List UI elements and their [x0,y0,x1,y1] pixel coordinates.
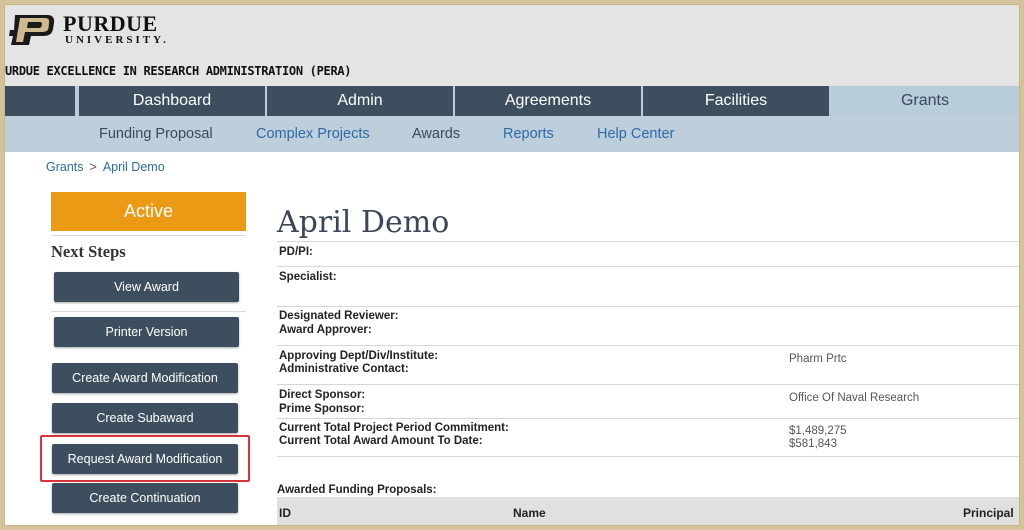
column-name[interactable]: Name [513,506,546,520]
specialist-label: Specialist: [279,271,337,283]
create-subaward-button[interactable]: Create Subaward [52,403,238,433]
highlight-box [40,435,250,482]
row-divider [277,266,1019,267]
period-commitment-label: Current Total Project Period Commitment: [279,422,509,434]
divider [51,311,246,312]
create-award-modification-button[interactable]: Create Award Modification [52,363,238,393]
subnav-reports[interactable]: Reports [503,126,554,142]
direct-sponsor-label: Direct Sponsor: [279,389,366,401]
purdue-logo-icon [9,15,55,45]
logo-subtitle: UNIVERSITY. [65,34,169,46]
prime-sponsor-label: Prime Sponsor: [279,403,365,415]
create-continuation-button[interactable]: Create Continuation [52,483,238,513]
administrative-contact-label: Administrative Contact: [279,363,409,375]
subnav-help-center[interactable]: Help Center [597,126,674,142]
row-divider [277,306,1019,307]
award-to-date-label: Current Total Award Amount To Date: [279,435,483,447]
column-principal[interactable]: Principal [963,506,1014,520]
row-divider [277,384,1019,385]
tab-dashboard[interactable]: Dashboard [79,86,267,116]
tab-agreements[interactable]: Agreements [455,86,643,116]
subnav-awards[interactable]: Awards [412,126,460,142]
status-badge: Active [51,192,246,231]
tab-admin[interactable]: Admin [267,86,455,116]
breadcrumb-separator: > [89,160,97,174]
nav-lead-block [5,86,77,116]
printer-version-button[interactable]: Printer Version [54,317,239,347]
award-approver-label: Award Approver: [279,324,372,336]
breadcrumb-current[interactable]: April Demo [103,160,165,174]
table-header: ID Name Principal [277,497,1019,525]
breadcrumb-grants[interactable]: Grants [46,160,84,174]
subnav-complex-projects[interactable]: Complex Projects [256,126,370,142]
breadcrumb: Grants > April Demo [46,160,165,174]
next-steps-heading: Next Steps [51,242,126,261]
primary-nav: Dashboard Admin Agreements Facilities Gr… [5,86,1019,116]
divider [51,235,246,236]
tab-facilities[interactable]: Facilities [643,86,831,116]
row-divider [277,418,1019,419]
award-to-date-value: $581,843 [789,438,837,450]
site-header: PURDUE UNIVERSITY. URDUE EXCELLENCE IN R… [5,5,1019,89]
row-divider [277,456,1019,457]
column-id[interactable]: ID [279,506,291,520]
page-title: April Demo [277,205,450,240]
period-commitment-value: $1,489,275 [789,425,847,437]
subnav-funding-proposal[interactable]: Funding Proposal [99,126,213,142]
pdpi-label: PD/PI: [279,246,313,258]
awarded-proposals-heading: Awarded Funding Proposals: [277,484,437,496]
tab-grants[interactable]: Grants [831,86,1019,116]
sub-nav: Funding Proposal Complex Projects Awards… [5,116,1019,152]
app-frame: PURDUE UNIVERSITY. URDUE EXCELLENCE IN R… [4,4,1020,526]
org-title: URDUE EXCELLENCE IN RESEARCH ADMINISTRAT… [5,64,352,78]
designated-reviewer-label: Designated Reviewer: [279,310,399,322]
row-divider [277,345,1019,346]
view-award-button[interactable]: View Award [54,272,239,302]
approving-dept-label: Approving Dept/Div/Institute: [279,350,439,362]
direct-sponsor-value: Office Of Naval Research [789,392,920,404]
row-divider [277,241,1019,242]
approving-dept-value: Pharm Prtc [789,353,847,365]
